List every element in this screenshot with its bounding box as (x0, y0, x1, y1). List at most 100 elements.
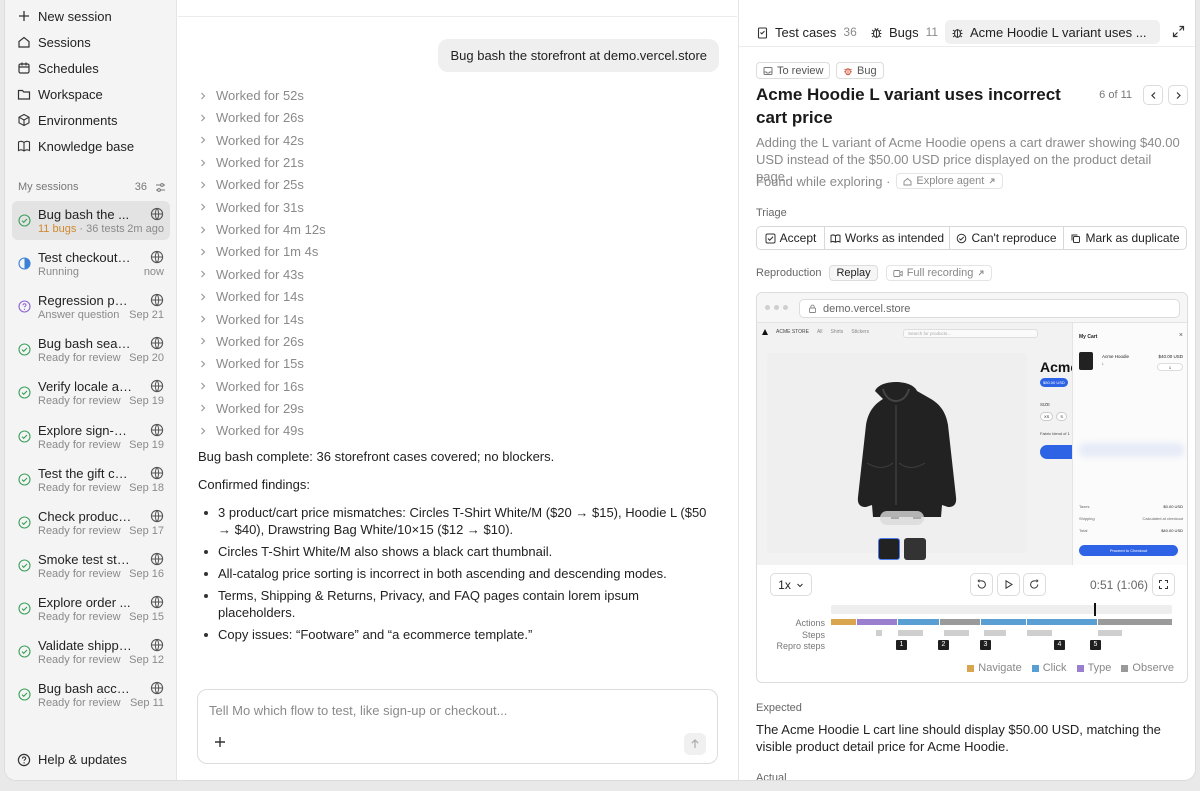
session-date: Sep 21 (129, 309, 164, 322)
session-item[interactable]: Bug bash the ... 11 bugs · 36 tests 2m ago (12, 201, 170, 240)
worked-step-toggle[interactable]: Worked for 49s (198, 423, 304, 438)
globe-icon (150, 423, 164, 437)
worked-label: Worked for 21s (216, 155, 304, 171)
calendar-icon (17, 61, 31, 75)
full-recording-button[interactable]: Full recording (885, 265, 993, 281)
fullscreen-button[interactable] (1152, 573, 1175, 596)
repro-step-marker[interactable]: 5 (1090, 640, 1101, 650)
chevron-right-icon (201, 270, 206, 278)
scrubber-track[interactable] (831, 605, 1172, 614)
worked-label: Worked for 43s (216, 266, 304, 282)
worked-step-toggle[interactable]: Worked for 29s (198, 401, 304, 416)
worked-step-toggle[interactable]: Worked for 26s (198, 334, 304, 349)
session-title: Test checkout wit... (38, 250, 133, 266)
cart-item-thumbnail (1079, 352, 1093, 370)
worked-step-toggle[interactable]: Worked for 16s (198, 379, 304, 394)
attach-plus-icon[interactable] (213, 735, 227, 749)
nav-sessions[interactable]: Sessions (5, 29, 176, 55)
status-badge[interactable]: To review (756, 62, 831, 79)
store-price-badge: $50.00 USD (1040, 378, 1068, 387)
worked-step-toggle[interactable]: Worked for 31s (198, 200, 304, 215)
worked-step-toggle[interactable]: Worked for 42s (198, 133, 304, 148)
nav-knowledge-base[interactable]: Knowledge base (5, 133, 176, 159)
play-button[interactable] (997, 573, 1020, 596)
rewind-button[interactable] (970, 573, 993, 596)
session-item[interactable]: Explore order ... Ready for review Sep 15 (12, 589, 170, 628)
size-option: S (1056, 412, 1068, 421)
repro-step-marker[interactable]: 3 (980, 640, 991, 650)
tab-test-cases[interactable]: Test cases 36 (750, 20, 863, 44)
session-item[interactable]: Smoke test stagin...Ready for review Sep … (12, 546, 170, 585)
composer[interactable]: Tell Mo which flow to test, like sign-up… (197, 689, 718, 764)
video-icon (893, 269, 903, 277)
repro-step-marker[interactable]: 1 (896, 640, 907, 650)
worked-step-toggle[interactable]: Worked for 52s (198, 88, 304, 103)
worked-step-toggle[interactable]: Worked for 4m 12s (198, 222, 326, 237)
send-button[interactable] (684, 733, 706, 755)
legend-item: Navigate (967, 662, 1022, 674)
session-subtitle: Ready for review (38, 697, 121, 709)
session-item[interactable]: Check product ... Ready for review Sep 17 (12, 503, 170, 542)
session-item[interactable]: Test the gift card ...Ready for review Se… (12, 460, 170, 499)
worked-step-toggle[interactable]: Worked for 14s (198, 312, 304, 327)
session-detail: Ready for review (38, 524, 121, 537)
session-item[interactable]: Explore sign-up, ...Ready for review Sep … (12, 417, 170, 456)
status-running-icon (18, 257, 31, 270)
worked-label: Worked for 52s (216, 88, 304, 103)
session-item[interactable]: Bug bash search, ...Ready for review Sep … (12, 330, 170, 369)
repro-step-marker[interactable]: 4 (1054, 640, 1065, 650)
tab-bugs[interactable]: Bugs 11 (864, 20, 944, 44)
new-session-button[interactable]: New session (5, 3, 176, 29)
findings-list: 3 product/cart price mismatches: Circles… (198, 504, 708, 648)
cart-shipping-label: Shipping (1079, 516, 1095, 521)
nav-workspace[interactable]: Workspace (5, 81, 176, 107)
explore-agent-link[interactable]: Explore agent (896, 173, 1004, 189)
help-updates-link[interactable]: Help & updates (17, 752, 127, 767)
session-date: Sep 20 (129, 352, 164, 365)
type-badge[interactable]: Bug (836, 62, 884, 79)
expand-button[interactable] (1172, 25, 1185, 41)
chevron-right-icon (201, 337, 206, 345)
globe-icon (150, 336, 164, 350)
session-item[interactable]: Bug bash account...Ready for review Sep 1… (12, 675, 170, 714)
session-detail: Ready for review (38, 697, 121, 710)
works-as-intended-button[interactable]: Works as intended (825, 227, 950, 249)
session-item[interactable]: Regression pass ...Answer question Sep 21 (12, 287, 170, 326)
accept-button[interactable]: Accept (757, 227, 825, 249)
legend-label: Observe (1132, 662, 1174, 674)
filter-icon[interactable] (155, 182, 166, 193)
session-item[interactable]: Verify locale and ...Ready for review Sep… (12, 373, 170, 412)
reproduction-row: Reproduction Replay Full recording (756, 265, 993, 281)
inbox-icon (763, 66, 773, 75)
browser-bar: demo.vercel.store (757, 293, 1187, 323)
worked-step-toggle[interactable]: Worked for 14s (198, 289, 304, 304)
composer-input[interactable]: Tell Mo which flow to test, like sign-up… (209, 703, 507, 718)
clipboard-icon (757, 26, 768, 39)
prev-button[interactable] (1143, 85, 1163, 105)
session-item[interactable]: Test checkout wit...Running now (12, 244, 170, 283)
worked-step-toggle[interactable]: Worked for 25s (198, 177, 304, 192)
speed-select[interactable]: 1x (770, 573, 812, 596)
worked-step-toggle[interactable]: Worked for 1m 4s (198, 244, 318, 259)
sidebar: New session Sessions Schedules Workspace… (5, 0, 177, 780)
finding-item: Terms, Shipping & Returns, Privacy, and … (198, 587, 708, 621)
session-item[interactable]: Validate shipping ...Ready for review Sep… (12, 632, 170, 671)
worked-label: Worked for 29s (216, 400, 304, 416)
repro-step-marker[interactable]: 2 (938, 640, 949, 650)
next-button[interactable] (1168, 85, 1188, 105)
forward-button[interactable] (1023, 573, 1046, 596)
playhead[interactable] (1094, 603, 1096, 616)
replay-button[interactable]: Replay (829, 265, 878, 281)
tab-current-bug[interactable]: Acme Hoodie L variant uses ... (945, 20, 1160, 44)
status-done-icon (18, 473, 31, 486)
worked-step-toggle[interactable]: Worked for 21s (198, 155, 304, 170)
worked-step-toggle[interactable]: Worked for 43s (198, 267, 304, 282)
nav-schedules[interactable]: Schedules (5, 55, 176, 81)
worked-step-toggle[interactable]: Worked for 15s (198, 356, 304, 371)
mark-duplicate-button[interactable]: Mark as duplicate (1064, 227, 1186, 249)
worked-step-toggle[interactable]: Worked for 26s (198, 110, 304, 125)
nav-environments[interactable]: Environments (5, 107, 176, 133)
plus-icon (17, 9, 31, 23)
cant-reproduce-button[interactable]: Can't reproduce (950, 227, 1064, 249)
session-title: Explore sign-up, ... (38, 422, 133, 438)
